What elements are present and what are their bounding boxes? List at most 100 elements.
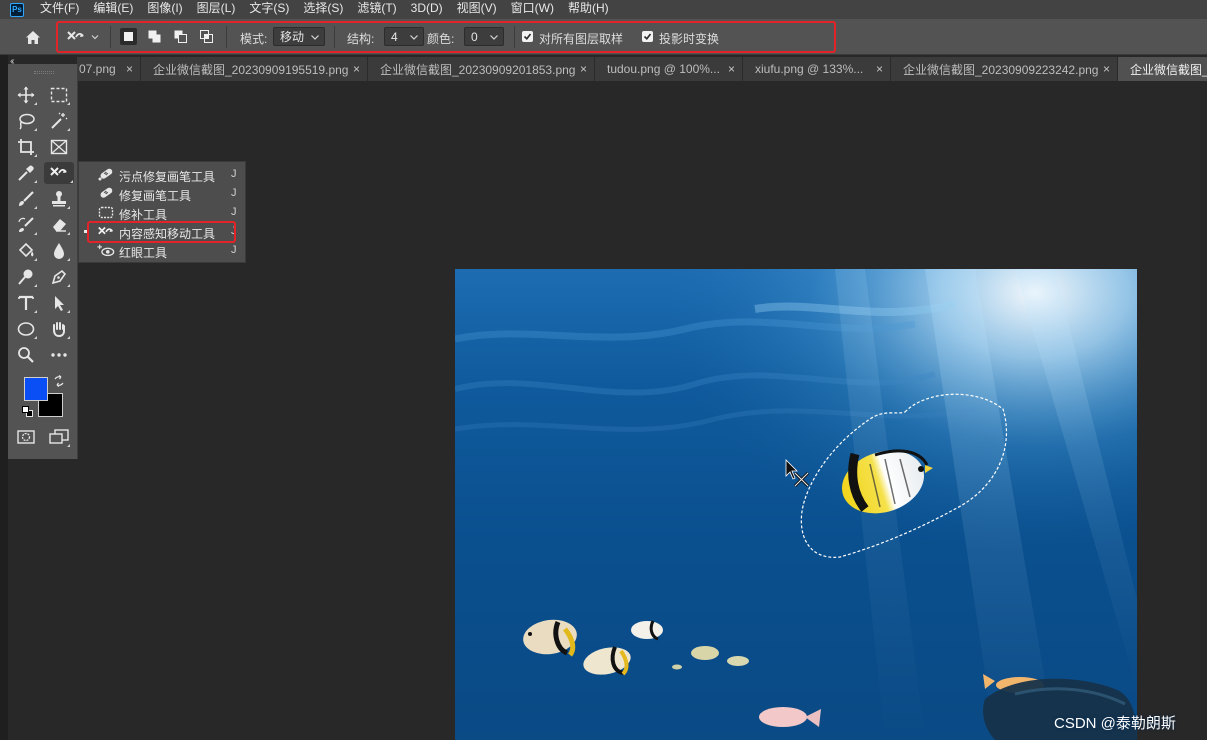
dodge-tool[interactable] bbox=[14, 266, 38, 288]
hand-tool[interactable] bbox=[47, 318, 71, 340]
add-to-selection-button[interactable] bbox=[146, 28, 163, 45]
history-brush-tool[interactable] bbox=[14, 214, 38, 236]
transform-on-drop-label[interactable]: 投影时变换 bbox=[659, 30, 719, 47]
tab-label: 企业微信截图_20230909201853.png bbox=[380, 62, 576, 77]
brush-icon bbox=[19, 191, 34, 206]
type-tool[interactable] bbox=[14, 292, 38, 314]
tab-label: tudou.png @ 100%... bbox=[607, 62, 720, 76]
close-icon[interactable]: × bbox=[1103, 62, 1110, 76]
check-icon bbox=[643, 33, 652, 41]
dodge-icon bbox=[18, 269, 33, 285]
swap-colors-button[interactable] bbox=[53, 375, 65, 387]
close-icon[interactable]: × bbox=[580, 62, 587, 76]
photoshop-logo-icon[interactable]: Ps bbox=[10, 2, 24, 17]
document-tab[interactable]: tudou.png @ 100%... × bbox=[595, 57, 743, 81]
tab-label: 07.png bbox=[79, 62, 116, 76]
flyout-item-label: 污点修复画笔工具 bbox=[119, 170, 216, 184]
tab-label: 企业微信截图_20230909195519.png bbox=[153, 62, 349, 77]
paint-bucket-tool[interactable] bbox=[14, 240, 38, 262]
crop-tool[interactable] bbox=[14, 136, 38, 158]
close-icon[interactable]: × bbox=[126, 62, 133, 76]
new-selection-button[interactable] bbox=[120, 28, 137, 45]
clone-stamp-tool[interactable] bbox=[47, 188, 71, 210]
frame-tool[interactable] bbox=[47, 136, 71, 158]
document-tab[interactable]: 企业微信截图_20230909201853.png × bbox=[368, 57, 595, 81]
lasso-tool[interactable] bbox=[14, 110, 38, 132]
document-tab[interactable]: 企业微信截图_20230909195519.png × bbox=[141, 57, 368, 81]
tool-preset-picker[interactable] bbox=[66, 28, 104, 46]
document-tab[interactable]: xiufu.png @ 133%... × bbox=[743, 57, 891, 81]
path-selection-arrow-icon bbox=[55, 296, 64, 311]
pen-tool[interactable] bbox=[47, 266, 71, 288]
flyout-item-label: 红眼工具 bbox=[119, 246, 168, 260]
flyout-item-content-aware-move[interactable]: 内容感知移动工具 J bbox=[79, 222, 245, 241]
flyout-item-red-eye[interactable]: 红眼工具 J bbox=[79, 241, 245, 260]
document-tab-active[interactable]: 企业微信截图_2 bbox=[1118, 57, 1207, 81]
menu-layer[interactable]: 图层(L) bbox=[191, 1, 244, 15]
close-icon[interactable]: × bbox=[728, 62, 735, 76]
menu-image[interactable]: 图像(I) bbox=[141, 1, 190, 15]
menu-view[interactable]: 视图(V) bbox=[451, 1, 505, 15]
mode-label: 模式: bbox=[240, 32, 268, 46]
magic-wand-tool[interactable] bbox=[47, 110, 71, 132]
sample-all-layers-checkbox[interactable] bbox=[522, 31, 533, 42]
mode-value: 移动 bbox=[280, 30, 305, 44]
mode-select[interactable]: 移动 bbox=[273, 27, 325, 46]
flyout-item-patch[interactable]: 修补工具 J bbox=[79, 203, 245, 222]
transform-on-drop-checkbox[interactable] bbox=[642, 31, 653, 42]
menu-edit[interactable]: 编辑(E) bbox=[87, 1, 141, 15]
add-to-selection-icon bbox=[148, 30, 161, 43]
underwater-photo bbox=[455, 269, 1137, 740]
content-aware-move-tool[interactable] bbox=[44, 162, 74, 184]
home-icon bbox=[26, 30, 40, 44]
foreground-color-swatch[interactable] bbox=[24, 377, 48, 401]
rectangular-marquee-tool[interactable] bbox=[47, 84, 71, 106]
tool-group-indicator bbox=[70, 180, 73, 183]
chevron-down-icon bbox=[410, 35, 418, 40]
menu-filter[interactable]: 滤镜(T) bbox=[351, 1, 404, 15]
path-selection-tool[interactable] bbox=[47, 292, 71, 314]
quick-mask-button[interactable] bbox=[14, 426, 38, 448]
panel-grip[interactable] bbox=[34, 71, 54, 74]
flyout-item-spot-healing-brush[interactable]: 污点修复画笔工具 J bbox=[79, 165, 245, 184]
options-separator bbox=[226, 26, 227, 48]
menu-help[interactable]: 帮助(H) bbox=[562, 1, 617, 15]
close-icon[interactable]: × bbox=[876, 62, 883, 76]
subtract-from-selection-button[interactable] bbox=[172, 28, 189, 45]
flyout-item-shortcut: J bbox=[231, 225, 237, 237]
marquee-icon bbox=[50, 87, 68, 103]
move-tool[interactable] bbox=[14, 84, 38, 106]
document-tab[interactable]: 企业微信截图_20230909223242.png × bbox=[891, 57, 1118, 81]
default-colors-button[interactable] bbox=[22, 406, 34, 418]
move-icon bbox=[17, 86, 35, 104]
close-icon[interactable]: × bbox=[353, 62, 360, 76]
brush-tool[interactable] bbox=[14, 188, 38, 210]
blur-tool[interactable] bbox=[47, 240, 71, 262]
menu-3d[interactable]: 3D(D) bbox=[405, 1, 451, 15]
tool-group-indicator bbox=[34, 258, 37, 261]
hand-icon bbox=[53, 322, 65, 338]
spot-healing-brush-icon bbox=[97, 167, 115, 182]
intersect-selection-button[interactable] bbox=[198, 28, 215, 45]
tools-panel bbox=[8, 64, 78, 459]
menu-type[interactable]: 文字(S) bbox=[243, 1, 297, 15]
menu-select[interactable]: 选择(S) bbox=[297, 1, 351, 15]
swap-arrows-icon bbox=[54, 375, 64, 387]
flyout-item-shortcut: J bbox=[231, 206, 237, 218]
color-select[interactable]: 0 bbox=[464, 27, 504, 46]
menu-window[interactable]: 窗口(W) bbox=[505, 1, 562, 15]
flyout-item-healing-brush[interactable]: 修复画笔工具 J bbox=[79, 184, 245, 203]
structure-select[interactable]: 4 bbox=[384, 27, 424, 46]
home-button[interactable] bbox=[20, 27, 46, 47]
screen-mode-button[interactable] bbox=[47, 426, 71, 448]
zoom-tool[interactable] bbox=[14, 344, 38, 366]
document-tab[interactable]: 07.png × bbox=[77, 57, 141, 81]
ellipse-tool[interactable] bbox=[14, 318, 38, 340]
eyedropper-tool[interactable] bbox=[14, 162, 38, 184]
eraser-tool[interactable] bbox=[47, 214, 71, 236]
menu-file[interactable]: 文件(F) bbox=[34, 1, 87, 15]
document-canvas[interactable] bbox=[455, 269, 1137, 740]
edit-toolbar-button[interactable] bbox=[47, 344, 71, 366]
sample-all-layers-label[interactable]: 对所有图层取样 bbox=[539, 30, 623, 47]
screen-mode-icon bbox=[49, 429, 69, 444]
